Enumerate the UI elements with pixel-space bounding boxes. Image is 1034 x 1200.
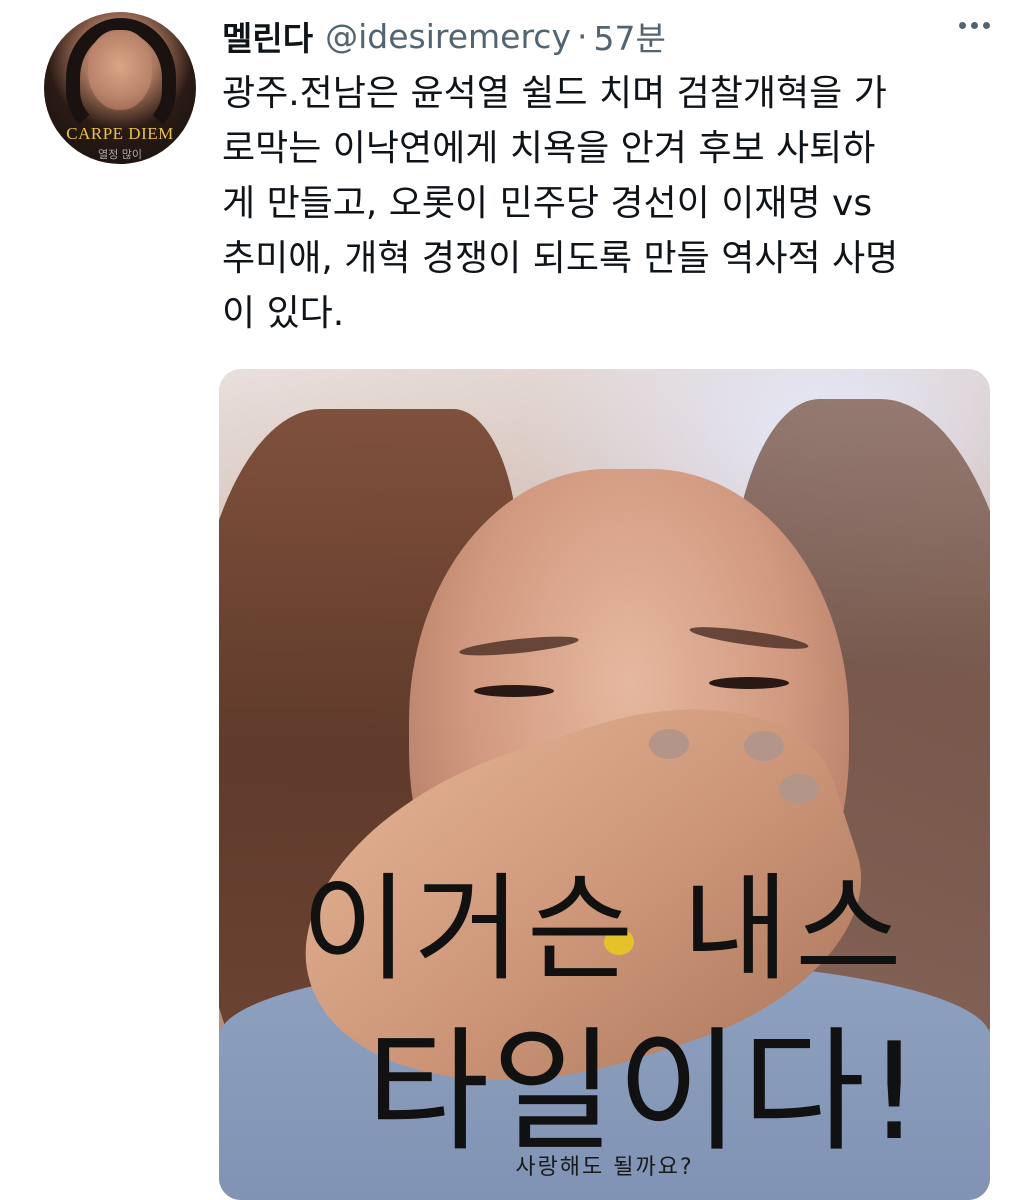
avatar[interactable]: CARPE DIEM 열정 많이 xyxy=(44,12,196,164)
more-dot xyxy=(971,22,978,29)
more-horizontal-icon[interactable] xyxy=(959,22,990,29)
separator-dot: · xyxy=(576,16,588,56)
avatar-face xyxy=(88,30,152,110)
photo-nail xyxy=(779,774,819,804)
photo-nail xyxy=(744,731,784,761)
photo-eye xyxy=(474,685,554,697)
photo-eye xyxy=(709,677,789,689)
more-dot xyxy=(983,22,990,29)
avatar-subcaption: 열정 많이 xyxy=(98,148,142,161)
user-handle[interactable]: @idesiremercy xyxy=(325,17,571,56)
timestamp[interactable]: 57분 xyxy=(593,12,665,60)
photo-nail xyxy=(649,729,689,759)
display-name[interactable]: 멜린다 xyxy=(222,12,313,60)
image-overlay-text-line-2: 타일이다! xyxy=(366,1014,923,1170)
avatar-caption: CARPE DIEM xyxy=(66,124,174,143)
tweet-text: 광주.전남은 윤석열 쉴드 치며 검찰개혁을 가 로막는 이낙연에게 치욕을 안… xyxy=(222,73,899,334)
tweet-header: 멜린다 @idesiremercy · 57분 xyxy=(222,10,666,62)
image-caption: 사랑해도 될까요? xyxy=(515,1155,694,1180)
tweet: CARPE DIEM 열정 많이 멜린다 @idesiremercy · 57분… xyxy=(0,0,1034,1200)
image-overlay-text-line-1: 이거슨 내스 xyxy=(301,862,908,997)
more-dot xyxy=(959,22,966,29)
tweet-media-image[interactable]: 이거슨 내스 타일이다! 사랑해도 될까요? xyxy=(219,369,990,1200)
